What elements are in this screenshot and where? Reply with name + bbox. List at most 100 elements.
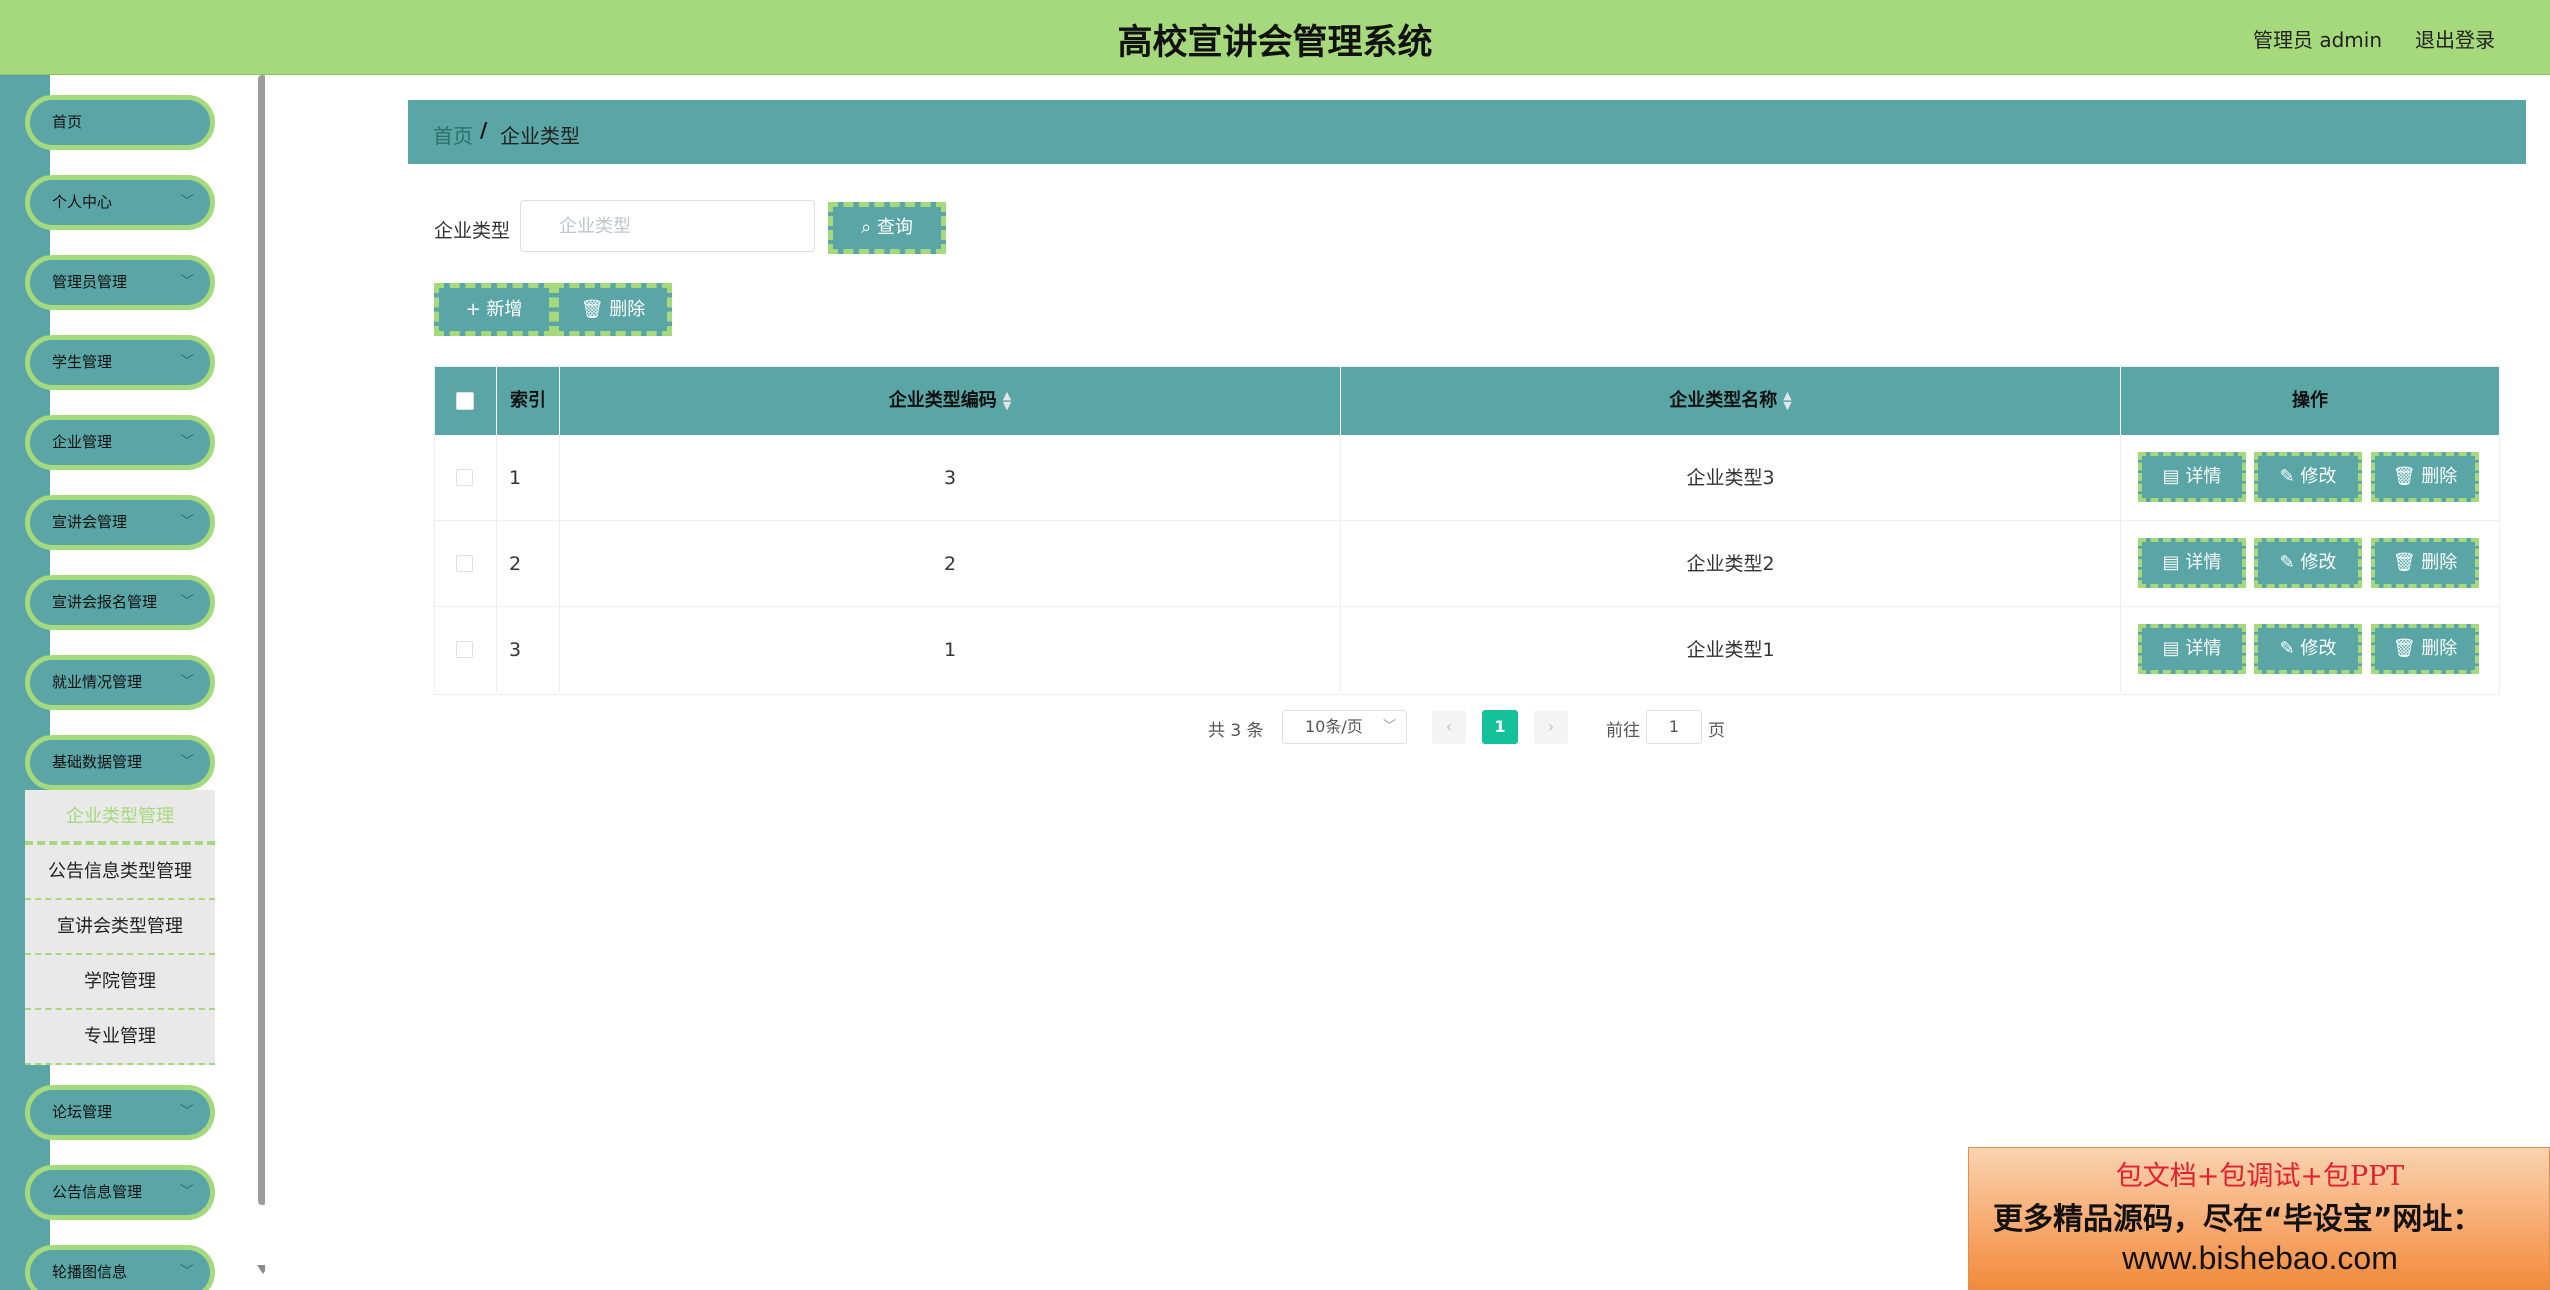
sidebar-item-label: 管理员管理 <box>52 273 128 291</box>
sidebar-item-sessions[interactable]: 宣讲会管理 ﹀ <box>25 495 215 550</box>
current-user: 管理员 admin <box>2252 28 2382 52</box>
sidebar-scroll-thumb[interactable] <box>258 75 265 1205</box>
sidebar-item-label: 论坛管理 <box>52 1103 113 1121</box>
code-cell: 2 <box>560 521 1341 607</box>
sidebar-item-label: 基础数据管理 <box>52 753 143 771</box>
sidebar-item-profile[interactable]: 个人中心 ﹀ <box>25 175 215 230</box>
bulk-delete-button[interactable]: 🗑 删除 <box>554 283 672 336</box>
detail-button[interactable]: ▤ 详情 <box>2138 624 2246 674</box>
query-button-label: 查询 <box>876 217 913 238</box>
chevron-down-icon: ﹀ <box>180 274 194 290</box>
plus-icon: + <box>465 299 481 320</box>
document-icon: ▤ <box>2162 552 2180 573</box>
breadcrumb: 首页 / 企业类型 <box>408 100 2526 164</box>
trash-icon: 🗑 <box>580 299 604 320</box>
pencil-icon: ✎ <box>2279 552 2295 573</box>
table-row: 3 1 企业类型1 ▤ 详情 ✎ 修改 🗑 删除 <box>435 607 2499 693</box>
sidebar-item-students[interactable]: 学生管理 ﹀ <box>25 335 215 390</box>
detail-button[interactable]: ▤ 详情 <box>2138 452 2246 502</box>
sidebar-item-admins[interactable]: 管理员管理 ﹀ <box>25 255 215 310</box>
chevron-down-icon: ﹀ <box>180 1264 194 1280</box>
delete-button[interactable]: 🗑 删除 <box>2371 624 2479 674</box>
goto-unit: 页 <box>1708 721 1725 741</box>
sidebar-item-notices[interactable]: 公告信息管理 ﹀ <box>25 1165 215 1220</box>
chevron-down-icon: ﹀ <box>180 1104 194 1120</box>
chevron-left-icon: ‹ <box>1445 717 1453 736</box>
sidebar-item-label: 轮播图信息 <box>52 1263 128 1281</box>
prev-page-button[interactable]: ‹ <box>1432 710 1466 744</box>
index-cell: 3 <box>497 607 560 693</box>
sidebar-item-label: 首页 <box>52 113 83 131</box>
submenu-item-college[interactable]: 学院管理 <box>25 955 215 1010</box>
sidebar-item-carousel[interactable]: 轮播图信息 ﹀ <box>25 1245 215 1290</box>
breadcrumb-separator: / <box>480 118 488 142</box>
sidebar-item-employment[interactable]: 就业情况管理 ﹀ <box>25 655 215 710</box>
app-header: 高校宣讲会管理系统 管理员 admin 退出登录 <box>0 0 2550 75</box>
chevron-down-icon: ﹀ <box>180 754 194 770</box>
chevron-down-icon: ﹀ <box>180 194 194 210</box>
sidebar-item-home[interactable]: 首页 <box>25 95 215 150</box>
company-type-search-input[interactable] <box>520 200 815 252</box>
row-checkbox[interactable] <box>456 555 473 572</box>
column-header-name[interactable]: 企业类型名称 ▲ ▼ <box>1341 367 2121 435</box>
row-select-cell <box>435 521 497 607</box>
sort-icon[interactable]: ▲ ▼ <box>1003 390 1011 411</box>
index-cell: 2 <box>497 521 560 607</box>
delete-button[interactable]: 🗑 删除 <box>2371 538 2479 588</box>
logout-button[interactable]: 退出登录 <box>2415 24 2495 53</box>
sidebar-item-forum[interactable]: 论坛管理 ﹀ <box>25 1085 215 1140</box>
select-all-checkbox[interactable] <box>456 392 474 410</box>
trash-icon: 🗑 <box>2392 552 2416 573</box>
chevron-down-icon: ﹀ <box>180 434 194 450</box>
next-page-button[interactable]: › <box>1534 710 1568 744</box>
column-header-ops: 操作 <box>2292 390 2328 411</box>
detail-button[interactable]: ▤ 详情 <box>2138 538 2246 588</box>
table-row: 1 3 企业类型3 ▤ 详情 ✎ 修改 🗑 删除 <box>435 435 2499 521</box>
add-button[interactable]: + 新增 <box>434 283 554 336</box>
submenu-item-company-type[interactable]: 企业类型管理 <box>25 790 215 845</box>
sidebar-item-label: 宣讲会管理 <box>52 513 128 531</box>
trash-icon: 🗑 <box>2392 638 2416 659</box>
sidebar-item-label: 就业情况管理 <box>52 673 143 691</box>
page-size-select[interactable]: 10条/页 ﹀ <box>1282 710 1407 744</box>
goto-label: 前往 <box>1606 721 1640 741</box>
row-checkbox[interactable] <box>456 469 473 486</box>
code-cell: 1 <box>560 607 1341 693</box>
breadcrumb-home[interactable]: 首页 <box>433 120 473 149</box>
sidebar: 首页 个人中心 ﹀ 管理员管理 ﹀ 学生管理 ﹀ 企业管理 ﹀ 宣讲会管理 ﹀ … <box>0 75 265 1290</box>
ops-cell: ▤ 详情 ✎ 修改 🗑 删除 <box>2121 521 2499 607</box>
query-button[interactable]: ⌕ 查询 <box>828 202 946 254</box>
column-header-index: 索引 <box>497 367 560 435</box>
basic-data-submenu: 企业类型管理 公告信息类型管理 宣讲会类型管理 学院管理 专业管理 <box>25 790 215 1065</box>
scroll-down-icon[interactable] <box>257 1265 265 1274</box>
table-row: 2 2 企业类型2 ▤ 详情 ✎ 修改 🗑 删除 <box>435 521 2499 607</box>
edit-button[interactable]: ✎ 修改 <box>2254 538 2362 588</box>
sidebar-item-companies[interactable]: 企业管理 ﹀ <box>25 415 215 470</box>
name-cell: 企业类型2 <box>1341 521 2121 607</box>
sidebar-item-basic-data[interactable]: 基础数据管理 ﹀ <box>25 735 215 790</box>
index-cell: 1 <box>497 435 560 521</box>
submenu-item-notice-type[interactable]: 公告信息类型管理 <box>25 845 215 900</box>
row-checkbox[interactable] <box>456 641 473 658</box>
submenu-item-major[interactable]: 专业管理 <box>25 1010 215 1065</box>
promo-line-2: 更多精品源码，尽在“毕设宝”网址： <box>1993 1202 2483 1237</box>
page-number-current[interactable]: 1 <box>1482 710 1518 744</box>
delete-label: 删除 <box>2421 638 2458 659</box>
delete-button[interactable]: 🗑 删除 <box>2371 452 2479 502</box>
promo-banner[interactable]: 包文档+包调试+包PPT 更多精品源码，尽在“毕设宝”网址： www.bishe… <box>1968 1147 2550 1290</box>
submenu-item-session-type[interactable]: 宣讲会类型管理 <box>25 900 215 955</box>
column-header-code-label: 企业类型编码 <box>888 390 997 411</box>
goto-page-input[interactable]: 1 <box>1646 710 1702 744</box>
bulk-delete-label: 删除 <box>609 299 646 320</box>
sort-icon[interactable]: ▲ ▼ <box>1783 390 1791 411</box>
chevron-down-icon: ﹀ <box>180 354 194 370</box>
column-header-code[interactable]: 企业类型编码 ▲ ▼ <box>560 367 1341 435</box>
promo-line-1: 包文档+包调试+包PPT <box>2115 1161 2405 1192</box>
edit-button[interactable]: ✎ 修改 <box>2254 624 2362 674</box>
document-icon: ▤ <box>2162 638 2180 659</box>
ops-cell: ▤ 详情 ✎ 修改 🗑 删除 <box>2121 607 2499 693</box>
delete-label: 删除 <box>2421 552 2458 573</box>
chevron-down-icon: ﹀ <box>180 674 194 690</box>
sidebar-item-registrations[interactable]: 宣讲会报名管理 ﹀ <box>25 575 215 630</box>
edit-button[interactable]: ✎ 修改 <box>2254 452 2362 502</box>
